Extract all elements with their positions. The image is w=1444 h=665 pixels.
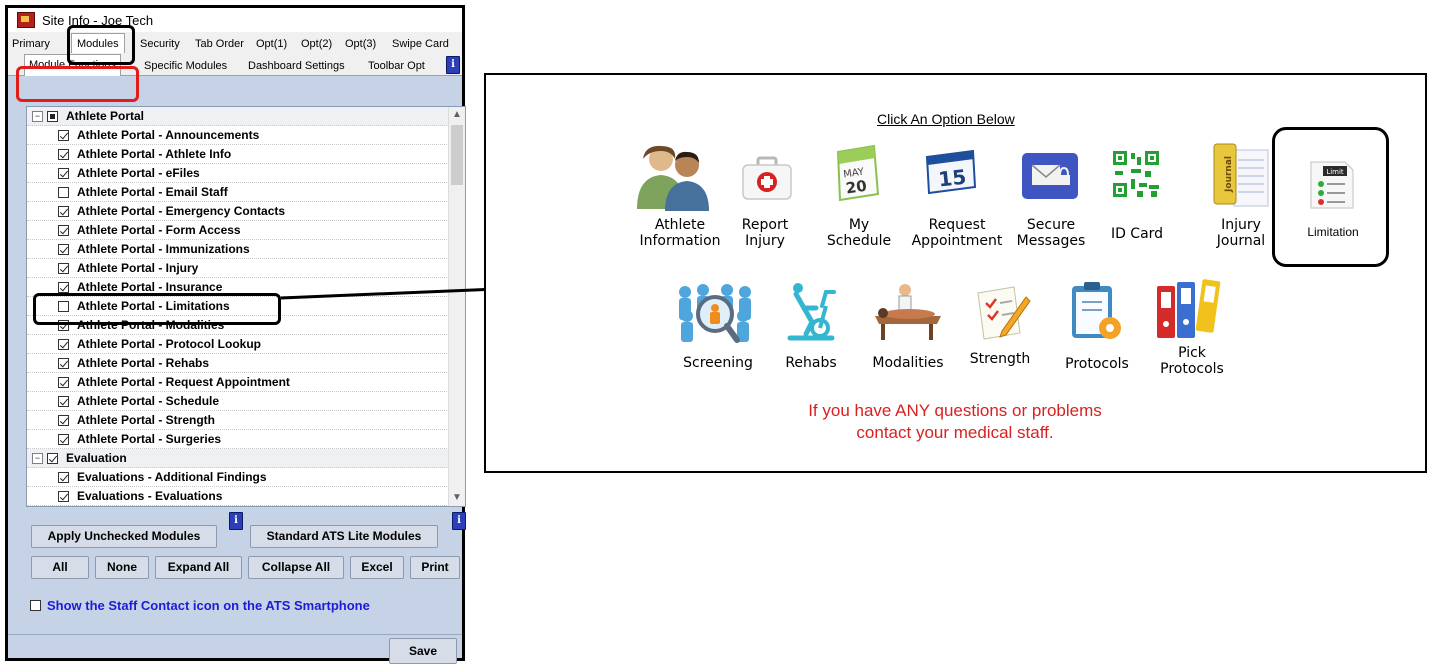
secure-envelope-icon[interactable] xyxy=(1020,151,1080,201)
journal-icon[interactable]: Journal xyxy=(1212,142,1270,208)
calendar-15-icon[interactable]: 15 xyxy=(921,147,979,195)
option-injury-journal[interactable]: Injury Journal xyxy=(1205,217,1277,249)
journal-spine-text: Journal xyxy=(1224,156,1234,193)
calendar-icon[interactable]: MAY 20 xyxy=(830,142,880,202)
portal-footer-message: If you have ANY questions or problems co… xyxy=(740,400,1170,444)
calendar-day: 20 xyxy=(845,177,868,198)
option-label: Report Injury xyxy=(741,217,789,249)
option-label: Request Appointment xyxy=(911,217,1003,249)
option-limitation[interactable]: Limitation xyxy=(1290,224,1376,240)
option-strength[interactable]: Strength xyxy=(960,351,1040,367)
option-label: Strength xyxy=(969,351,1031,367)
first-aid-kit-icon[interactable] xyxy=(741,156,793,202)
option-rehabs[interactable]: Rehabs xyxy=(775,355,847,371)
athlete-people-icon[interactable] xyxy=(635,143,715,211)
option-label: Injury Journal xyxy=(1216,217,1266,249)
option-label: Rehabs xyxy=(785,355,837,371)
option-label: Pick Protocols xyxy=(1160,345,1224,377)
screening-magnifier-icon[interactable] xyxy=(675,282,755,344)
exercise-bike-icon[interactable] xyxy=(782,282,840,344)
limitation-highlight xyxy=(1272,127,1389,267)
footer-line-1: If you have ANY questions or problems xyxy=(808,401,1102,420)
massage-table-icon[interactable] xyxy=(869,282,947,344)
option-report-injury[interactable]: Report Injury xyxy=(729,217,801,249)
calendar2-day: 15 xyxy=(937,165,967,192)
portal-header-link[interactable]: Click An Option Below xyxy=(877,111,1015,127)
option-label: Limitation xyxy=(1307,225,1359,239)
option-label: Screening xyxy=(683,355,753,371)
option-label: Modalities xyxy=(872,355,944,371)
option-modalities[interactable]: Modalities xyxy=(862,355,954,371)
option-label: Athlete Information xyxy=(639,217,721,249)
option-label: Secure Messages xyxy=(1016,217,1086,249)
option-secure-messages[interactable]: Secure Messages xyxy=(1007,217,1095,249)
option-label: Protocols xyxy=(1065,356,1129,372)
option-request-appointment[interactable]: Request Appointment xyxy=(904,217,1010,249)
option-label: My Schedule xyxy=(826,217,892,249)
option-label: ID Card xyxy=(1110,226,1164,242)
checklist-pencil-icon[interactable] xyxy=(972,283,1032,341)
option-my-schedule[interactable]: My Schedule xyxy=(816,217,902,249)
footer-line-2: contact your medical staff. xyxy=(856,423,1054,442)
option-pick-protocols[interactable]: Pick Protocols xyxy=(1147,345,1237,377)
option-protocols[interactable]: Protocols xyxy=(1052,356,1142,372)
qr-code-icon[interactable] xyxy=(1111,149,1161,199)
binders-icon[interactable] xyxy=(1155,278,1223,340)
option-athlete-information[interactable]: Athlete Information xyxy=(632,217,728,249)
clipboard-gear-icon[interactable] xyxy=(1070,280,1126,344)
option-screening[interactable]: Screening xyxy=(672,355,764,371)
option-id-card[interactable]: ID Card xyxy=(1101,226,1173,242)
